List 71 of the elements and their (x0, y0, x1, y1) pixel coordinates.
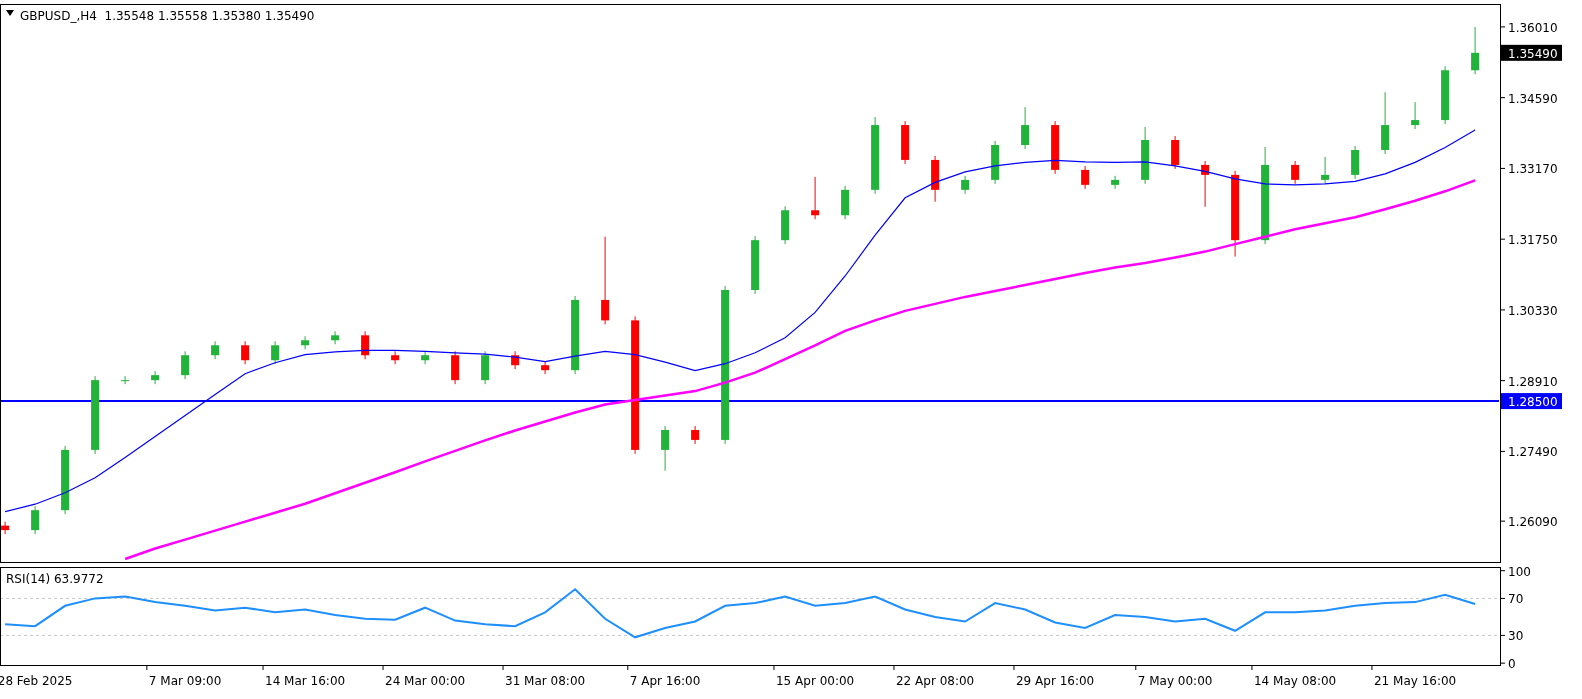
axis-label: 1.26090 (1508, 515, 1558, 530)
candlestick (511, 350, 520, 370)
candlestick (181, 350, 190, 380)
candlestick (451, 350, 460, 385)
axis-label: 7 May 00:00 (1137, 674, 1213, 688)
axis-label: 21 May 16:00 (1373, 674, 1457, 688)
axis-label: 29 Apr 16:00 (1015, 674, 1095, 688)
candlestick (61, 445, 70, 515)
candlestick (1021, 106, 1030, 150)
axis-label: 1.31750 (1508, 233, 1558, 248)
axis-label: 1.28910 (1508, 374, 1558, 389)
candlestick (331, 330, 340, 345)
candlestick (991, 140, 1000, 185)
candlestick (691, 425, 700, 445)
axis-label: 22 Apr 08:00 (895, 674, 975, 688)
axis-label: 1.34590 (1508, 91, 1558, 106)
axis-label: 1.27490 (1508, 445, 1558, 460)
level-price-tag: 1.28500 (1501, 393, 1562, 410)
candlestick (1291, 160, 1300, 185)
axis-label: 100 (1508, 565, 1531, 579)
axis-label: 1.36010 (1508, 20, 1558, 35)
dropdown-triangle-icon[interactable] (6, 10, 14, 16)
candlestick (1051, 120, 1060, 175)
candlestick (1321, 156, 1330, 185)
candlestick (1411, 101, 1420, 130)
axis-label: 14 May 08:00 (1253, 674, 1337, 688)
axis-label: 70 (1508, 592, 1524, 607)
candlestick (1381, 91, 1390, 155)
axis-label: 7 Apr 16:00 (629, 674, 701, 688)
candlestick (931, 155, 940, 203)
axis-label: 24 Mar 00:00 (385, 674, 466, 688)
candlestick (301, 335, 310, 350)
candlestick (961, 175, 970, 195)
candlestick (271, 340, 280, 365)
candlestick (31, 505, 40, 535)
axis-label: 30 (1508, 629, 1524, 644)
candlestick (841, 185, 850, 220)
candlestick (121, 375, 130, 385)
candlestick (1081, 165, 1090, 190)
chart-header: GBPUSD_,H4 1.35548 1.35558 1.35380 1.35490 (20, 9, 315, 23)
candlestick (751, 235, 760, 295)
axis-label: 14 Mar 16:00 (265, 674, 346, 688)
candlestick (241, 340, 250, 365)
current-price-tag: 1.35490 (1501, 44, 1562, 61)
candlestick (901, 120, 910, 165)
candlestick (781, 205, 790, 245)
candlestick (151, 370, 160, 385)
candlestick (481, 350, 490, 385)
candlestick (421, 350, 430, 365)
ref-line-label: 1.28500 (1508, 395, 1558, 410)
axis-label: 1.33170 (1508, 162, 1558, 177)
chart-title: RSI(14) 63.9772 (6, 572, 104, 586)
candlestick (1471, 26, 1480, 75)
axis-label: 7 Mar 09:00 (148, 674, 222, 688)
candlestick (1441, 65, 1450, 125)
axis-label: 15 Apr 00:00 (775, 674, 855, 688)
axis-label: 31 Mar 08:00 (505, 674, 586, 688)
candlestick (391, 350, 400, 365)
candlestick (361, 330, 370, 360)
candlestick (211, 340, 220, 360)
axis-label: 1.30330 (1508, 303, 1558, 318)
candlestick (1141, 126, 1150, 185)
candlestick (811, 176, 820, 220)
candlestick (1351, 145, 1360, 180)
axis-label: 0 (1508, 657, 1516, 672)
candlestick (1111, 175, 1120, 190)
candlestick (1201, 160, 1210, 208)
candlestick (1171, 135, 1180, 170)
candlestick (661, 425, 670, 472)
candlestick (541, 360, 550, 375)
candlestick (1, 521, 10, 535)
